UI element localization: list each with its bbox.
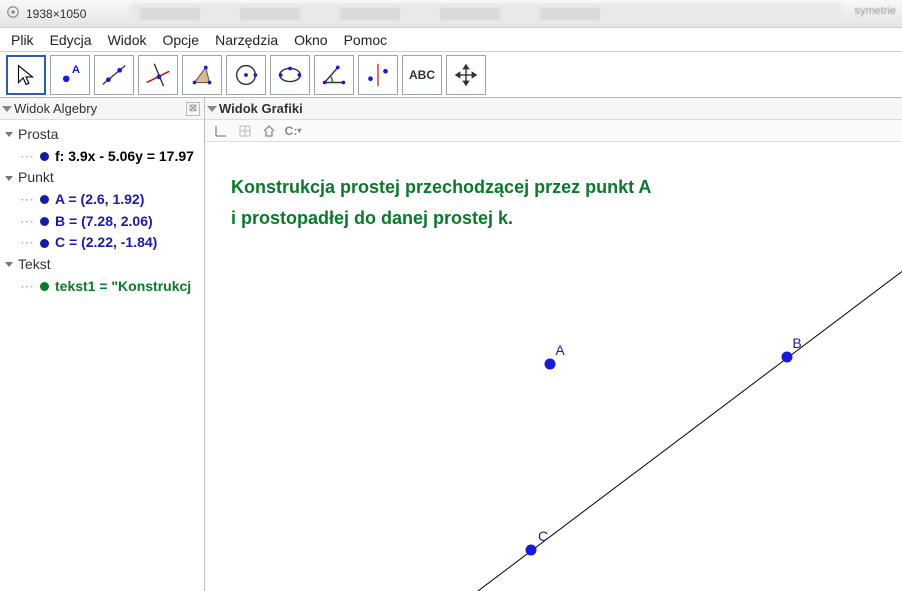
svg-text:A: A bbox=[72, 64, 80, 76]
app-icon bbox=[6, 5, 20, 22]
axes-toggle-icon[interactable] bbox=[213, 123, 229, 139]
point-c-label: C bbox=[538, 528, 548, 544]
twisty-icon[interactable] bbox=[4, 260, 14, 270]
reflect-tool[interactable] bbox=[358, 55, 398, 95]
polygon-tool[interactable] bbox=[182, 55, 222, 95]
tree-branch-icon: ⋯ bbox=[20, 211, 34, 233]
graphics-toolbar: C:▾ bbox=[205, 120, 902, 142]
move-tool[interactable] bbox=[6, 55, 46, 95]
visibility-dot-icon[interactable] bbox=[40, 152, 49, 161]
object-c-text: C = (2.22, -1.84) bbox=[55, 232, 157, 254]
tree-branch-icon: ⋯ bbox=[20, 146, 34, 168]
category-line[interactable]: Prosta bbox=[4, 124, 202, 146]
construction-text[interactable]: Konstrukcja prostej przechodzącej przez … bbox=[231, 172, 651, 233]
object-tekst1[interactable]: ⋯ tekst1 = "Konstrukcj bbox=[4, 276, 202, 298]
category-line-label: Prosta bbox=[18, 124, 58, 146]
graphics-panel-header: Widok Grafiki bbox=[205, 98, 902, 120]
category-text-label: Tekst bbox=[18, 254, 51, 276]
visibility-dot-icon[interactable] bbox=[40, 217, 49, 226]
construction-text-line2: i prostopadłej do danej prostej k. bbox=[231, 203, 651, 234]
graphics-panel: Widok Grafiki C:▾ Konstrukcja prostej pr… bbox=[205, 98, 902, 591]
angle-tool[interactable] bbox=[314, 55, 354, 95]
category-point-label: Punkt bbox=[18, 167, 54, 189]
text-tool[interactable]: ABC bbox=[402, 55, 442, 95]
tool-bar: A ABC bbox=[0, 52, 902, 98]
text-tool-label: ABC bbox=[409, 68, 435, 82]
menu-help[interactable]: Pomoc bbox=[337, 30, 395, 50]
menu-edit[interactable]: Edycja bbox=[43, 30, 99, 50]
window-dimensions: 1938×1050 bbox=[26, 7, 86, 21]
object-a[interactable]: ⋯ A = (2.6, 1.92) bbox=[4, 189, 202, 211]
conic-tool[interactable] bbox=[270, 55, 310, 95]
twisty-icon[interactable] bbox=[4, 173, 14, 183]
object-c[interactable]: ⋯ C = (2.22, -1.84) bbox=[4, 232, 202, 254]
menu-window[interactable]: Okno bbox=[287, 30, 334, 50]
algebra-panel: Widok Algebry ⊠ Prosta ⋯ f: 3.9x - 5.06y… bbox=[0, 98, 205, 591]
line-tool[interactable] bbox=[94, 55, 134, 95]
browser-tabs-blurred bbox=[130, 3, 842, 24]
object-f[interactable]: ⋯ f: 3.9x - 5.06y = 17.97 bbox=[4, 146, 202, 168]
twisty-icon[interactable] bbox=[4, 130, 14, 140]
tree-branch-icon: ⋯ bbox=[20, 276, 34, 298]
close-icon[interactable]: ⊠ bbox=[186, 102, 200, 116]
perpendicular-tool[interactable] bbox=[138, 55, 178, 95]
category-point[interactable]: Punkt bbox=[4, 167, 202, 189]
move-view-tool[interactable] bbox=[446, 55, 486, 95]
main-area: Widok Algebry ⊠ Prosta ⋯ f: 3.9x - 5.06y… bbox=[0, 98, 902, 591]
collapse-icon[interactable] bbox=[2, 106, 12, 112]
point-c[interactable] bbox=[526, 545, 537, 556]
point-tool[interactable]: A bbox=[50, 55, 90, 95]
point-b-label: B bbox=[792, 335, 801, 351]
right-caption: symetrie bbox=[854, 5, 896, 17]
object-b[interactable]: ⋯ B = (7.28, 2.06) bbox=[4, 211, 202, 233]
point-a-label: A bbox=[555, 342, 564, 358]
circle-tool[interactable] bbox=[226, 55, 266, 95]
algebra-title: Widok Algebry bbox=[14, 101, 97, 116]
tree-branch-icon: ⋯ bbox=[20, 232, 34, 254]
tree-branch-icon: ⋯ bbox=[20, 189, 34, 211]
menu-view[interactable]: Widok bbox=[101, 30, 154, 50]
graphics-title: Widok Grafiki bbox=[219, 101, 303, 116]
construction-text-line1: Konstrukcja prostej przechodzącej przez … bbox=[231, 172, 651, 203]
point-b[interactable] bbox=[782, 352, 793, 363]
visibility-dot-icon[interactable] bbox=[40, 282, 49, 291]
menu-bar: Plik Edycja Widok Opcje Narzędzia Okno P… bbox=[0, 28, 902, 52]
visibility-dot-icon[interactable] bbox=[40, 239, 49, 248]
menu-options[interactable]: Opcje bbox=[156, 30, 207, 50]
grid-toggle-icon[interactable] bbox=[237, 123, 253, 139]
line-k[interactable] bbox=[205, 261, 902, 591]
object-b-text: B = (7.28, 2.06) bbox=[55, 211, 153, 233]
window-titlebar: 1938×1050 symetrie bbox=[0, 0, 902, 28]
object-f-text: f: 3.9x - 5.06y = 17.97 bbox=[55, 146, 194, 168]
category-text[interactable]: Tekst bbox=[4, 254, 202, 276]
menu-file[interactable]: Plik bbox=[4, 30, 41, 50]
object-a-text: A = (2.6, 1.92) bbox=[55, 189, 144, 211]
home-icon[interactable] bbox=[261, 123, 277, 139]
menu-tools[interactable]: Narzędzia bbox=[208, 30, 285, 50]
visibility-dot-icon[interactable] bbox=[40, 195, 49, 204]
point-a[interactable] bbox=[545, 359, 556, 370]
graphics-canvas[interactable]: Konstrukcja prostej przechodzącej przez … bbox=[205, 142, 902, 591]
algebra-tree: Prosta ⋯ f: 3.9x - 5.06y = 17.97 Punkt ⋯… bbox=[0, 120, 204, 302]
point-capture-icon[interactable]: C:▾ bbox=[285, 123, 301, 139]
collapse-icon[interactable] bbox=[207, 106, 217, 112]
algebra-panel-header: Widok Algebry ⊠ bbox=[0, 98, 204, 120]
object-tekst1-text: tekst1 = "Konstrukcj bbox=[55, 276, 191, 298]
